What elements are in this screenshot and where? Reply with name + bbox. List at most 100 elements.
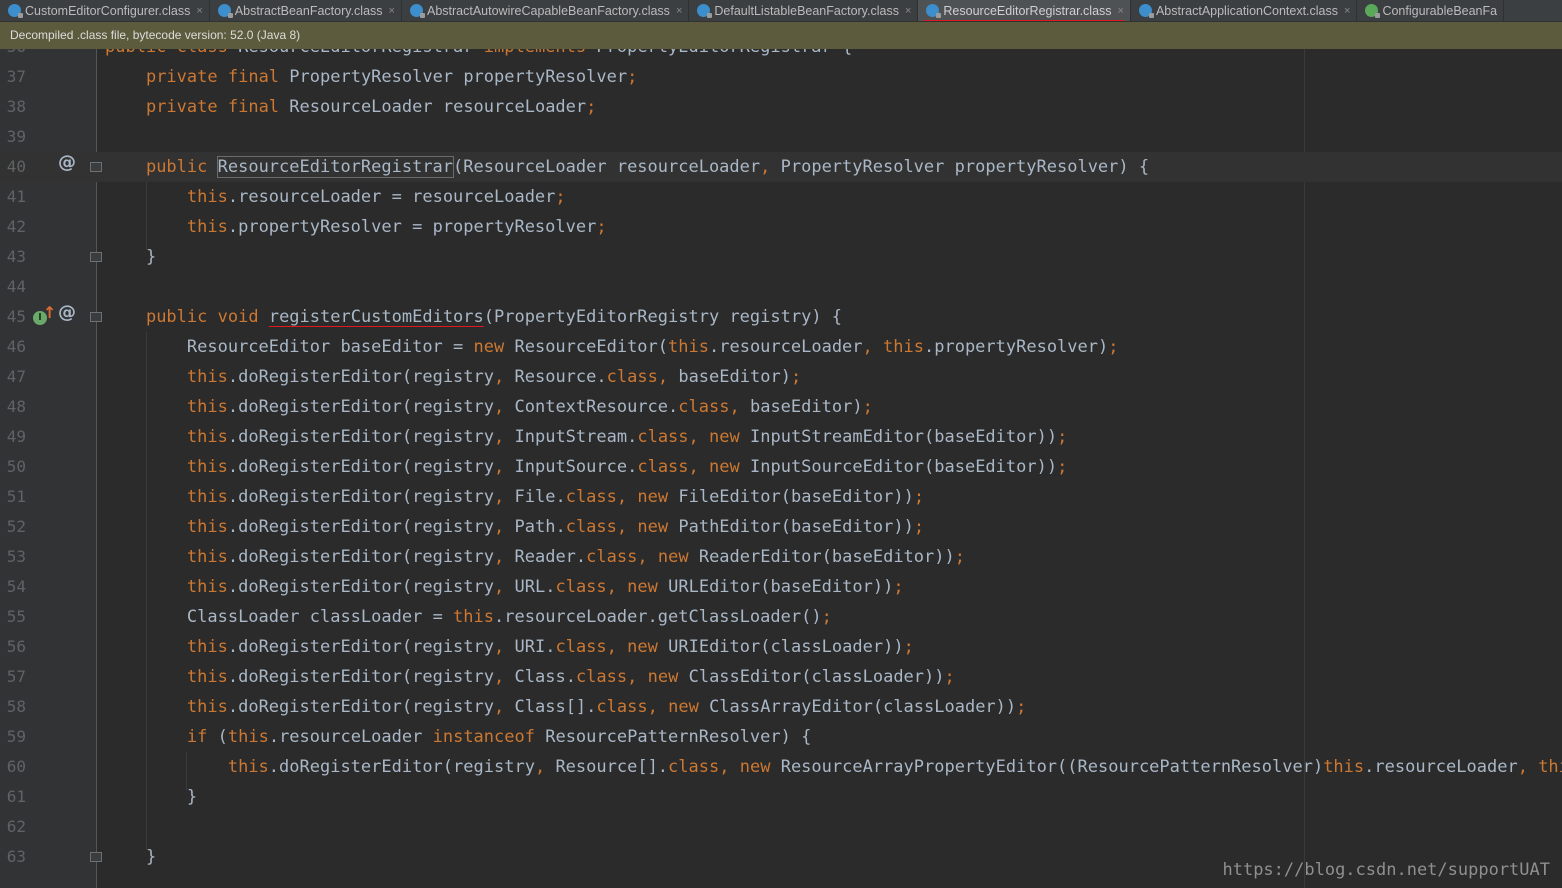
code-line[interactable]: 51 this.doRegisterEditor(registry, File.… [0,482,1562,512]
code-line[interactable]: 39 [0,122,1562,152]
close-tab-icon[interactable]: × [389,5,395,17]
watermark: https://blog.csdn.net/supportUAT [1222,860,1550,880]
code-text: this.doRegisterEditor(registry, Class[].… [186,697,1027,717]
code-text: this.doRegisterEditor(registry, URI.clas… [186,637,914,657]
close-tab-icon[interactable]: × [676,5,682,17]
code-text: if (this.resourceLoader instanceof Resou… [186,727,812,747]
line-number: 48 [6,397,26,416]
code-text: } [105,847,157,867]
code-text: this.resourceLoader = resourceLoader; [186,187,566,207]
code-line[interactable]: 45 public void registerCustomEditors(Pro… [0,302,1562,332]
code-text: this.doRegisterEditor(registry, Class.cl… [186,667,955,687]
line-number: 55 [6,607,26,626]
fold-toggle-icon[interactable] [90,312,102,322]
line-number: 52 [6,517,26,536]
close-tab-icon[interactable]: × [1118,5,1124,17]
class-icon [697,4,713,18]
tab-abstractautowirecapablebeanfactory-class[interactable]: AbstractAutowireCapableBeanFactory.class… [402,0,690,21]
tab-resourceeditorregistrar-class[interactable]: ResourceEditorRegistrar.class × [918,0,1131,21]
code-text: ClassLoader classLoader = this.resourceL… [186,607,832,627]
code-text: public void registerCustomEditors(Proper… [145,307,843,327]
code-text: this.doRegisterEditor(registry, URL.clas… [186,577,904,597]
code-editor[interactable]: 36public class ResourceEditorRegistrar i… [0,0,1562,888]
tab-label: ConfigurableBeanFa [1382,3,1498,18]
code-line[interactable]: 60 this.doRegisterEditor(registry, Resou… [0,752,1562,782]
code-line[interactable]: 53 this.doRegisterEditor(registry, Reade… [0,542,1562,572]
fold-toggle-icon[interactable] [90,162,102,172]
line-number: 40 [6,157,26,176]
tab-label: CustomEditorConfigurer.class [25,3,191,18]
interface-icon [1365,4,1381,18]
go-to-super-arrow-icon[interactable]: ↑ [43,303,56,322]
override-marker-icon[interactable]: @ [58,302,76,323]
line-number: 54 [6,577,26,596]
tab-defaultlistablebeanfactory-class[interactable]: DefaultListableBeanFactory.class × [689,0,919,21]
line-number: 37 [6,67,26,86]
code-text: } [105,247,157,267]
fold-end-icon[interactable] [90,252,102,262]
tab-label: AbstractApplicationContext.class [1155,3,1338,18]
code-line[interactable]: 50 this.doRegisterEditor(registry, Input… [0,452,1562,482]
close-tab-icon[interactable]: × [1344,5,1350,17]
line-number: 49 [6,427,26,446]
line-number: 45 [6,307,26,326]
code-text: public ResourceEditorRegistrar(ResourceL… [145,156,1150,178]
line-number: 47 [6,367,26,386]
code-line[interactable]: 40 public ResourceEditorRegistrar(Resour… [0,152,1562,182]
indent-guide [146,332,147,850]
tab-label: AbstractBeanFactory.class [234,3,383,18]
class-icon [926,4,942,18]
tab-abstractapplicationcontext-class[interactable]: AbstractApplicationContext.class × [1131,0,1358,21]
line-number: 41 [6,187,26,206]
class-icon [217,4,233,18]
class-icon [1138,4,1154,18]
tab-customeditorconfigurer-class[interactable]: CustomEditorConfigurer.class × [0,0,210,21]
code-text: this.doRegisterEditor(registry, ContextR… [186,397,873,417]
code-line[interactable]: 37 private final PropertyResolver proper… [0,62,1562,92]
line-number: 59 [6,727,26,746]
line-number: 50 [6,457,26,476]
code-line[interactable]: 42 this.propertyResolver = propertyResol… [0,212,1562,242]
code-line[interactable]: 57 this.doRegisterEditor(registry, Class… [0,662,1562,692]
code-text: private final ResourceLoader resourceLoa… [145,97,597,117]
line-number: 62 [6,817,26,836]
tab-abstractbeanfactory-class[interactable]: AbstractBeanFactory.class × [210,0,402,21]
line-number: 44 [6,277,26,296]
ide-window: 36public class ResourceEditorRegistrar i… [0,0,1562,888]
code-line[interactable]: 44 [0,272,1562,302]
code-text: this.doRegisterEditor(registry, Resource… [227,757,1562,777]
code-line[interactable]: 41 this.resourceLoader = resourceLoader; [0,182,1562,212]
fold-end-icon[interactable] [90,852,102,862]
code-line[interactable]: 38 private final ResourceLoader resource… [0,92,1562,122]
class-icon [409,4,425,18]
code-text: this.doRegisterEditor(registry, Path.cla… [186,517,925,537]
code-line[interactable]: 46 ResourceEditor baseEditor = new Resou… [0,332,1562,362]
code-line[interactable]: 43 } [0,242,1562,272]
tab-configurablebeanfa[interactable]: ConfigurableBeanFa [1357,0,1505,21]
code-text: } [105,787,198,807]
code-line[interactable]: 55 ClassLoader classLoader = this.resour… [0,602,1562,632]
code-line[interactable]: 62 [0,812,1562,842]
code-line[interactable]: 48 this.doRegisterEditor(registry, Conte… [0,392,1562,422]
code-line[interactable]: 47 this.doRegisterEditor(registry, Resou… [0,362,1562,392]
code-line[interactable]: 61 } [0,782,1562,812]
code-line[interactable]: 54 this.doRegisterEditor(registry, URL.c… [0,572,1562,602]
close-tab-icon[interactable]: × [196,5,202,17]
editor-tab-bar: CustomEditorConfigurer.class × AbstractBea… [0,0,1562,22]
code-text: this.propertyResolver = propertyResolver… [186,217,607,237]
override-marker-icon[interactable]: @ [58,152,76,173]
close-tab-icon[interactable]: × [905,5,911,17]
line-number: 46 [6,337,26,356]
code-line[interactable]: 49 this.doRegisterEditor(registry, Input… [0,422,1562,452]
line-number: 57 [6,667,26,686]
tab-label: AbstractAutowireCapableBeanFactory.class [426,3,670,18]
code-line[interactable]: 52 this.doRegisterEditor(registry, Path.… [0,512,1562,542]
indent-guide [186,752,187,790]
code-line[interactable]: 58 this.doRegisterEditor(registry, Class… [0,692,1562,722]
code-text: this.doRegisterEditor(registry, Resource… [186,367,802,387]
code-text: ResourceEditor baseEditor = new Resource… [186,337,1119,357]
code-line[interactable]: 56 this.doRegisterEditor(registry, URI.c… [0,632,1562,662]
code-text: this.doRegisterEditor(registry, Reader.c… [186,547,965,567]
line-number: 38 [6,97,26,116]
code-line[interactable]: 59 if (this.resourceLoader instanceof Re… [0,722,1562,752]
